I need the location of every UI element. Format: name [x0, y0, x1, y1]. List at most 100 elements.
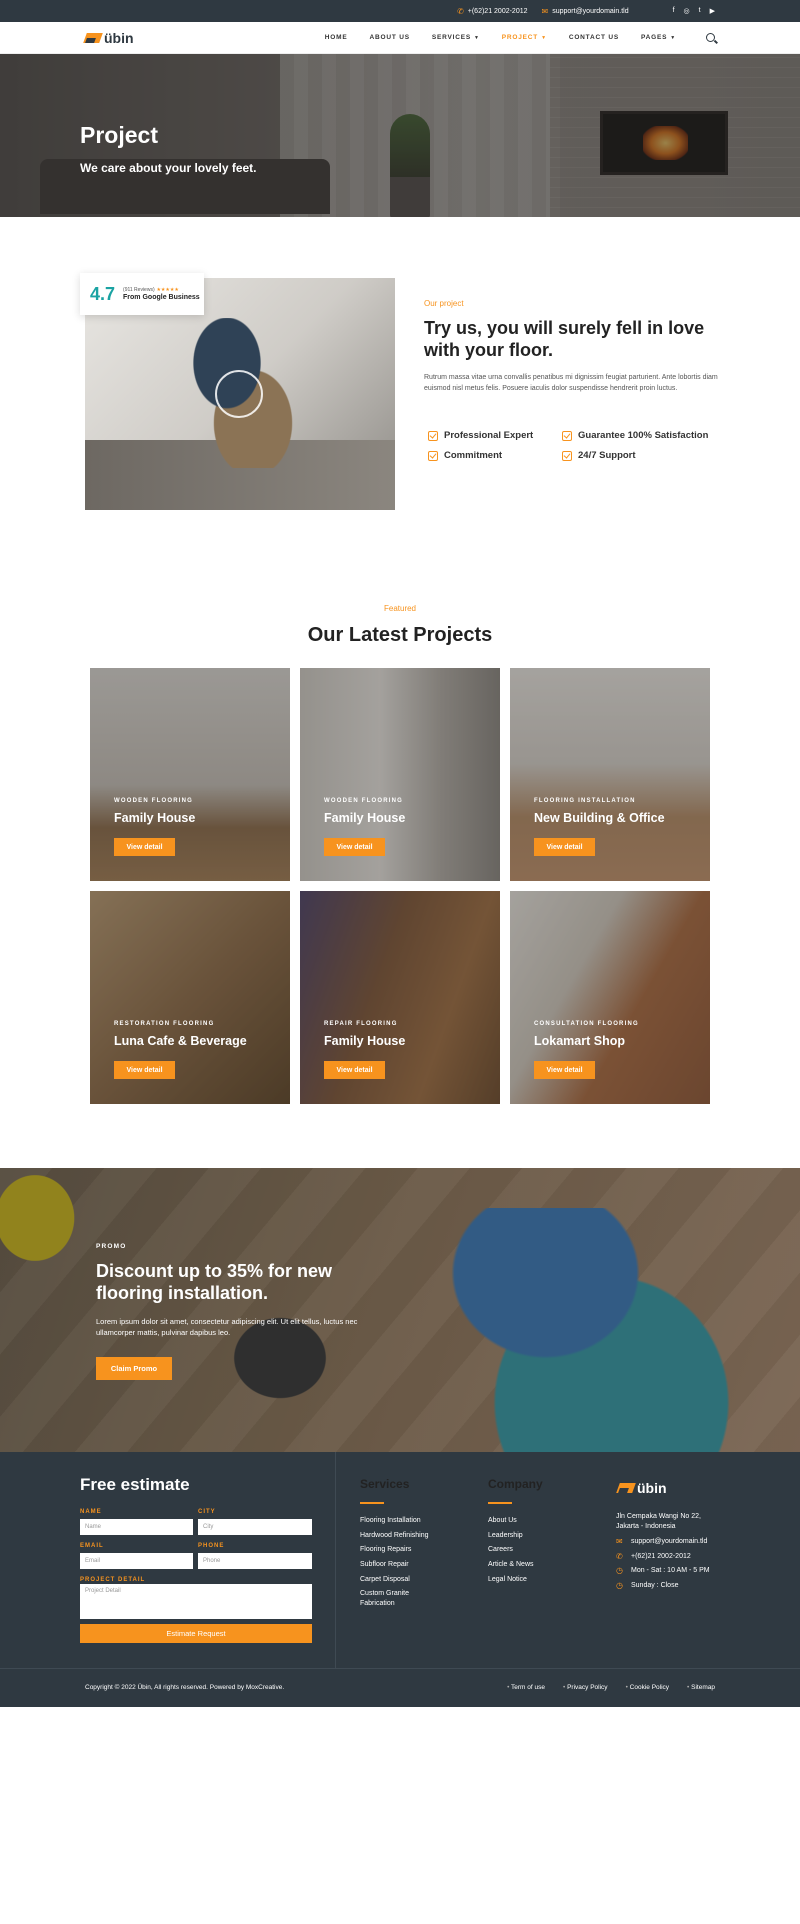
footer-logo[interactable]: übin: [618, 1480, 667, 1496]
project-detail-textarea[interactable]: Project Detail: [80, 1584, 312, 1619]
footer-link[interactable]: Subfloor Repair: [360, 1560, 409, 1570]
phone-input[interactable]: Phone: [198, 1553, 312, 1569]
check-icon: [562, 430, 572, 441]
footer-link[interactable]: About Us: [488, 1516, 517, 1526]
site-logo[interactable]: übin: [85, 30, 134, 46]
feature-item: Guarantee 100% Satisfaction: [562, 430, 722, 441]
topbar-email[interactable]: ✉ support@yourdomain.tld: [542, 7, 629, 16]
nav-item-home[interactable]: HOME: [325, 34, 348, 41]
view-detail-button[interactable]: View detail: [324, 838, 385, 856]
company-heading: Company: [488, 1477, 543, 1491]
legal-link[interactable]: Term of use: [507, 1684, 545, 1691]
city-input[interactable]: City: [198, 1519, 312, 1535]
promo-banner: PROMO Discount up to 35% for new floorin…: [0, 1168, 800, 1452]
footer-sunday: ◷ Sunday : Close: [616, 1581, 678, 1590]
nav-item-contact[interactable]: CONTACT US: [569, 34, 619, 41]
estimate-request-button[interactable]: Estimate Request: [80, 1624, 312, 1643]
project-category: CONSULTATION FLOORING: [534, 1021, 639, 1027]
legal-link[interactable]: Privacy Policy: [563, 1684, 607, 1691]
footer-link[interactable]: Custom Granite Fabrication: [360, 1589, 430, 1609]
footer-link[interactable]: Hardwood Refinishing: [360, 1531, 428, 1541]
twitter-icon[interactable]: t: [699, 7, 701, 15]
project-card[interactable]: WOODEN FLOORING Family House View detail: [300, 668, 500, 881]
promo-eyebrow: PROMO: [96, 1243, 127, 1250]
project-card[interactable]: REPAIR FLOORING Family House View detail: [300, 891, 500, 1104]
nav-item-pages[interactable]: PAGES ▼: [641, 34, 676, 41]
nav-item-pages-label: PAGES: [640, 34, 668, 41]
social-links: f ◎ t ▶: [673, 7, 715, 15]
footer-phone[interactable]: ✆ +(62)21 2002-2012: [616, 1552, 691, 1561]
top-bar: ✆ +(62)21 2002-2012 ✉ support@yourdomain…: [0, 0, 800, 22]
project-card[interactable]: WOODEN FLOORING Family House View detail: [90, 668, 290, 881]
about-heading: Try us, you will surely fell in love wit…: [424, 318, 705, 360]
legal-links: Term of use Privacy Policy Cookie Policy…: [507, 1684, 715, 1691]
view-detail-button[interactable]: View detail: [324, 1061, 385, 1079]
footer-email[interactable]: ✉ support@yourdomain.tld: [616, 1537, 707, 1546]
view-detail-button[interactable]: View detail: [534, 838, 595, 856]
mail-icon: ✉: [541, 6, 549, 16]
project-card[interactable]: RESTORATION FLOORING Luna Cafe & Beverag…: [90, 891, 290, 1104]
page-title: Project: [80, 122, 158, 148]
project-title: New Building & Office: [534, 811, 665, 825]
city-label: CITY: [198, 1509, 216, 1515]
page-subtitle: We care about your lovely feet.: [80, 161, 257, 175]
legal-link[interactable]: Sitemap: [687, 1684, 715, 1691]
footer-link[interactable]: Legal Notice: [488, 1575, 527, 1585]
footer-link[interactable]: Flooring Installation: [360, 1516, 421, 1526]
email-input[interactable]: Email: [80, 1553, 193, 1569]
name-input[interactable]: Name: [80, 1519, 193, 1535]
feature-item: 24/7 Support: [562, 450, 722, 461]
rating-meta: (911 Reviews) ★★★★★ From Google Business: [123, 286, 200, 301]
footer-sunday-text: Sunday : Close: [631, 1582, 679, 1589]
footer-link[interactable]: Leadership: [488, 1531, 523, 1541]
clock-icon: ◷: [616, 1581, 623, 1590]
logo-mark-icon: [618, 1483, 634, 1493]
project-card[interactable]: CONSULTATION FLOORING Lokamart Shop View…: [510, 891, 710, 1104]
claim-promo-button[interactable]: Claim Promo: [96, 1357, 172, 1380]
instagram-icon[interactable]: ◎: [684, 7, 690, 15]
youtube-icon[interactable]: ▶: [710, 7, 715, 15]
heading-accent: [488, 1502, 512, 1504]
topbar-phone-text: +(62)21 2002-2012: [467, 7, 528, 15]
project-category: WOODEN FLOORING: [324, 798, 403, 804]
project-category: REPAIR FLOORING: [324, 1021, 398, 1027]
topbar-phone[interactable]: ✆ +(62)21 2002-2012: [457, 7, 527, 16]
project-card[interactable]: FLOORING INSTALLATION New Building & Off…: [510, 668, 710, 881]
nav-item-services[interactable]: SERVICES ▼: [432, 34, 480, 41]
rating-source: From Google Business: [123, 293, 200, 301]
legal-link[interactable]: Cookie Policy: [626, 1684, 669, 1691]
check-icon: [562, 450, 572, 461]
footer-hours-text: Mon - Sat : 10 AM - 5 PM: [631, 1567, 710, 1574]
name-label: NAME: [80, 1509, 102, 1515]
view-detail-button[interactable]: View detail: [114, 1061, 175, 1079]
search-icon[interactable]: [706, 33, 715, 42]
footer-link[interactable]: Careers: [488, 1545, 513, 1555]
email-label: EMAIL: [80, 1543, 104, 1549]
check-icon: [428, 430, 438, 441]
feature-label: Professional Expert: [444, 430, 534, 441]
project-category: WOODEN FLOORING: [114, 798, 193, 804]
nav-menu: HOME ABOUT US SERVICES ▼ PROJECT ▼ CONTACT…: [325, 33, 715, 42]
play-icon[interactable]: [215, 370, 263, 418]
view-detail-button[interactable]: View detail: [534, 1061, 595, 1079]
footer-link[interactable]: Article & News: [488, 1560, 534, 1570]
project-title: Lokamart Shop: [534, 1034, 625, 1048]
facebook-icon[interactable]: f: [673, 7, 675, 15]
chevron-down-icon: ▼: [670, 35, 676, 41]
rating-value: 4.7: [90, 283, 116, 304]
nav-item-project[interactable]: PROJECT ▼: [502, 34, 547, 41]
promo-overlay: [0, 1168, 800, 1452]
footer-link[interactable]: Flooring Repairs: [360, 1545, 411, 1555]
footer-phone-text: +(62)21 2002-2012: [631, 1553, 691, 1560]
nav-item-about[interactable]: ABOUT US: [370, 34, 410, 41]
project-title: Luna Cafe & Beverage: [114, 1034, 247, 1048]
promo-text: Lorem ipsum dolor sit amet, consectetur …: [96, 1317, 358, 1338]
feature-label: 24/7 Support: [578, 450, 636, 461]
about-description: Rutrum massa vitae urna convallis penati…: [424, 374, 718, 392]
feature-item: Professional Expert: [428, 430, 562, 441]
about-eyebrow: Our project: [424, 299, 464, 308]
view-detail-button[interactable]: View detail: [114, 838, 175, 856]
project-category: RESTORATION FLOORING: [114, 1021, 215, 1027]
footer-link[interactable]: Carpet Disposal: [360, 1575, 410, 1585]
footer-address: Jln Cempaka Wangi No 22, Jakarta - Indon…: [616, 1513, 701, 1531]
